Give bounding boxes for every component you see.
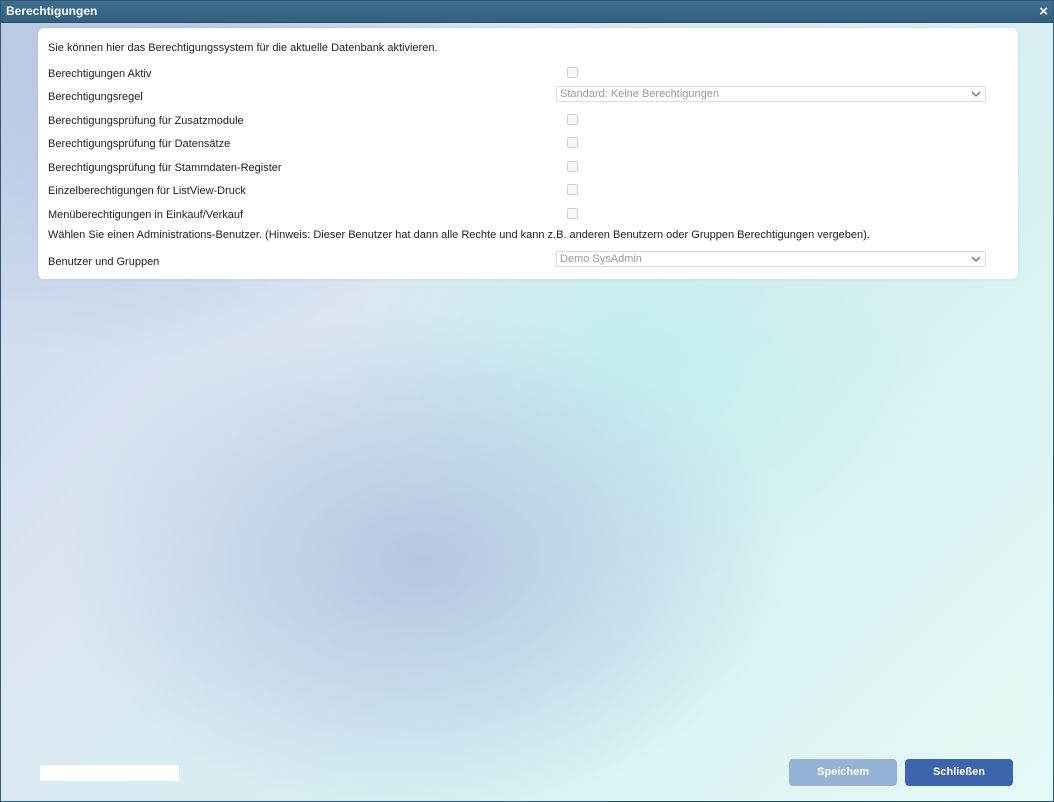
check-records-label: Berechtigungsprüfung für Datensätze [48, 138, 231, 150]
row-permission-rule: Berechtigungsregel Standard: Keine Berec… [48, 86, 1008, 108]
permissions-active-label: Berechtigungen Aktiv [48, 68, 152, 80]
row-permissions-active: Berechtigungen Aktiv [48, 65, 1008, 85]
row-check-addon-modules: Berechtigungsprüfung für Zusatzmodule [48, 112, 1008, 132]
check-records-checkbox[interactable] [567, 137, 578, 148]
dialog-title: Berechtigungen [6, 4, 98, 18]
close-button[interactable]: Schließen [905, 759, 1013, 786]
users-groups-value: Demo SysAdmin [560, 253, 642, 265]
permission-rule-value: Standard: Keine Berechtigungen [560, 88, 720, 100]
close-icon[interactable]: × [1039, 1, 1048, 22]
chevron-down-icon [971, 86, 981, 105]
save-button[interactable]: Speichem [789, 759, 897, 786]
settings-panel: Sie können hier das Berechtigungssystem … [38, 28, 1018, 279]
users-groups-select[interactable]: Demo SysAdmin [556, 251, 986, 267]
permissions-dialog: Berechtigungen × Sie können hier das Ber… [0, 0, 1054, 802]
check-addon-modules-label: Berechtigungsprüfung für Zusatzmodule [48, 115, 244, 127]
status-field [40, 765, 179, 781]
check-master-data-label: Berechtigungsprüfung für Stammdaten-Regi… [48, 162, 282, 174]
dialog-titlebar: Berechtigungen × [1, 1, 1053, 23]
menu-permissions-label: Menüberechtigungen in Einkauf/Verkauf [48, 209, 244, 221]
menu-permissions-checkbox[interactable] [567, 208, 578, 219]
admin-hint-text: Wählen Sie einen Administrations-Benutze… [48, 229, 870, 241]
row-check-records: Berechtigungsprüfung für Datensätze [48, 135, 1008, 155]
listview-print-checkbox[interactable] [567, 184, 578, 195]
users-groups-label: Benutzer und Gruppen [48, 256, 160, 268]
check-master-data-checkbox[interactable] [567, 161, 578, 172]
row-check-master-data: Berechtigungsprüfung für Stammdaten-Regi… [48, 159, 1008, 179]
permissions-active-checkbox[interactable] [567, 67, 578, 78]
row-listview-print: Einzelberechtigungen für ListView-Druck [48, 182, 1008, 202]
permission-rule-label: Berechtigungsregel [48, 91, 143, 103]
row-menu-permissions: Menüberechtigungen in Einkauf/Verkauf [48, 206, 1008, 226]
intro-text: Sie können hier das Berechtigungssystem … [48, 42, 438, 54]
check-addon-modules-checkbox[interactable] [567, 114, 578, 125]
listview-print-label: Einzelberechtigungen für ListView-Druck [48, 185, 246, 197]
row-users-groups: Benutzer und Gruppen Demo SysAdmin [48, 251, 1008, 273]
chevron-down-icon [971, 251, 981, 270]
permission-rule-select[interactable]: Standard: Keine Berechtigungen [556, 86, 986, 102]
